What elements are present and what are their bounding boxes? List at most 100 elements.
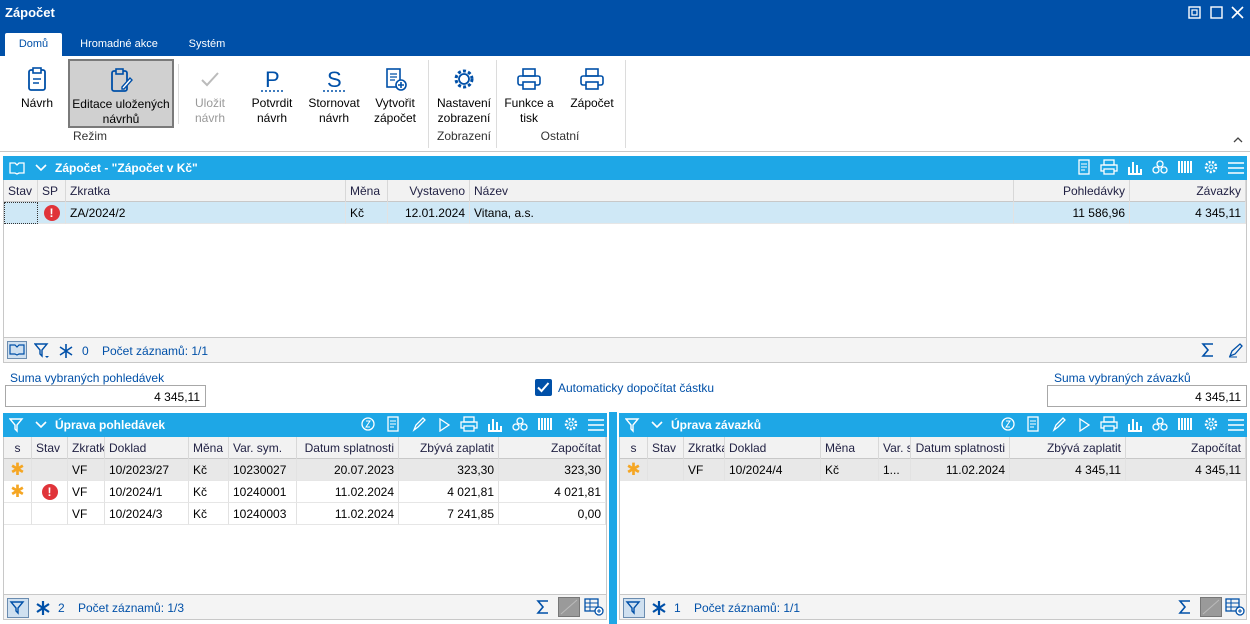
col-mena[interactable]: Měna (189, 437, 229, 459)
close-icon[interactable] (1231, 6, 1244, 19)
stornovat-button[interactable]: S Stornovat návrh (304, 60, 364, 128)
col-s[interactable]: s (4, 437, 32, 459)
col-pohledavky[interactable]: Pohledávky (1014, 180, 1130, 202)
sum-icon[interactable] (1178, 599, 1192, 615)
col-datum[interactable]: Datum splatnosti (297, 437, 399, 459)
chart-icon[interactable] (1124, 416, 1146, 434)
sum-icon[interactable] (536, 599, 550, 615)
menu-icon[interactable] (585, 418, 607, 436)
col-zapocitat[interactable]: Započítat (1126, 437, 1246, 459)
col-zkratka[interactable]: Zkratka (66, 180, 346, 202)
table-row[interactable]: ✱ ! VF 10/2024/1 Kč 10240001 11.02.2024 … (4, 481, 606, 503)
filter-icon[interactable] (9, 417, 25, 435)
chevron-down-icon[interactable] (35, 164, 47, 172)
col-s[interactable]: s (620, 437, 648, 459)
play-icon[interactable] (433, 417, 455, 436)
col-stav[interactable]: Stav (32, 437, 68, 459)
asterisk-icon[interactable] (35, 600, 51, 616)
table-row[interactable]: ✱ VF 10/2023/27 Kč 10230027 20.07.2023 3… (4, 459, 606, 481)
tab-domu[interactable]: Domů (5, 33, 62, 56)
tab-hromadne-akce[interactable]: Hromadné akce (70, 33, 168, 56)
col-stav[interactable]: Stav (4, 180, 38, 202)
chart-icon[interactable] (484, 416, 506, 434)
ulozit-button[interactable]: Uložit návrh (186, 60, 234, 128)
potvrdit-button[interactable]: P Potvrdit návrh (244, 60, 300, 128)
col-doklad[interactable]: Doklad (105, 437, 189, 459)
col-sp[interactable]: SP (38, 180, 66, 202)
play-icon[interactable] (1073, 417, 1095, 436)
filter-icon[interactable] (7, 598, 29, 618)
disabled-edit-icon[interactable] (1200, 597, 1222, 617)
restore-icon[interactable] (1188, 6, 1201, 19)
col-mena[interactable]: Měna (346, 180, 388, 202)
sum-icon[interactable] (1201, 342, 1215, 358)
col-zavazky[interactable]: Závazky (1130, 180, 1246, 202)
col-zkratka[interactable]: Zkratka (68, 437, 105, 459)
filter-icon[interactable] (625, 417, 641, 435)
suma-zavazku-field[interactable]: 4 345,11 (1047, 385, 1247, 407)
vytvorit-zapocet-button[interactable]: Vytvořit zápočet (369, 60, 421, 128)
panel-splitter[interactable] (609, 412, 617, 624)
filter-icon[interactable] (34, 342, 50, 360)
cubes-icon[interactable] (1149, 416, 1171, 434)
columns-icon[interactable] (1174, 416, 1196, 434)
pencil-icon[interactable] (408, 416, 430, 434)
pencil-icon[interactable] (1048, 416, 1070, 434)
book-icon[interactable] (9, 161, 25, 175)
snowflake-icon[interactable] (58, 343, 74, 359)
printer-icon[interactable] (1098, 416, 1120, 434)
editace-button[interactable]: Editace uložených návrhů (68, 59, 174, 128)
zapocet-button[interactable]: Zápočet (564, 60, 620, 128)
document-icon[interactable] (1022, 416, 1044, 434)
pencil-icon[interactable] (1228, 342, 1244, 358)
col-doklad[interactable]: Doklad (725, 437, 821, 459)
gear-icon[interactable] (1200, 416, 1222, 434)
col-vystaveno[interactable]: Vystaveno (388, 180, 470, 202)
table-row[interactable]: ! ZA/2024/2 Kč 12.01.2024 Vitana, a.s. 1… (4, 202, 1246, 224)
col-zapocitat[interactable]: Započítat (499, 437, 606, 459)
maximize-icon[interactable] (1210, 6, 1223, 19)
document-icon[interactable] (1073, 159, 1095, 177)
col-varsym[interactable]: Var. sym. (879, 437, 911, 459)
navrh-button[interactable]: Návrh (12, 60, 62, 128)
auto-checkbox-label[interactable]: Automaticky dopočítat částku (558, 381, 714, 395)
col-mena[interactable]: Měna (821, 437, 879, 459)
col-datum[interactable]: Datum splatnosti (911, 437, 1010, 459)
chevron-down-icon[interactable] (35, 421, 47, 429)
chevron-down-icon[interactable] (651, 421, 663, 429)
disabled-edit-icon[interactable] (558, 597, 580, 617)
asterisk-icon[interactable] (651, 600, 667, 616)
tab-system[interactable]: Systém (176, 33, 238, 56)
table-add-icon[interactable] (1225, 598, 1245, 616)
menu-icon[interactable] (1225, 418, 1247, 436)
col-stav[interactable]: Stav (648, 437, 684, 459)
collapse-ribbon-icon[interactable] (1233, 136, 1243, 144)
col-varsym[interactable]: Var. sym. (229, 437, 297, 459)
columns-icon[interactable] (534, 416, 556, 434)
table-row[interactable]: VF 10/2024/3 Kč 10240003 11.02.2024 7 24… (4, 503, 606, 525)
document-icon[interactable] (382, 416, 404, 434)
cubes-icon[interactable] (1149, 159, 1171, 177)
refresh-icon[interactable] (997, 416, 1019, 434)
columns-icon[interactable] (1174, 159, 1196, 177)
col-nazev[interactable]: Název (470, 180, 1014, 202)
funkce-tisk-button[interactable]: Funkce a tisk (502, 60, 556, 128)
col-zbyva[interactable]: Zbývá zaplatit (399, 437, 499, 459)
gear-icon[interactable] (1200, 159, 1222, 177)
menu-icon[interactable] (1225, 161, 1247, 179)
filter-icon[interactable] (623, 598, 645, 618)
printer-icon[interactable] (1098, 159, 1120, 177)
gear-icon[interactable] (560, 416, 582, 434)
auto-checkbox[interactable] (535, 379, 552, 396)
refresh-icon[interactable] (357, 416, 379, 434)
table-row[interactable]: ✱ VF 10/2024/4 Kč 1... 11.02.2024 4 345,… (620, 459, 1246, 481)
cubes-icon[interactable] (509, 416, 531, 434)
table-add-icon[interactable] (584, 598, 604, 616)
suma-pohledavek-field[interactable]: 4 345,11 (5, 385, 206, 407)
nastaveni-zobrazeni-button[interactable]: Nastavení zobrazení (434, 60, 494, 128)
chart-icon[interactable] (1124, 159, 1146, 177)
col-zkratka[interactable]: Zkratka (684, 437, 725, 459)
printer-icon[interactable] (458, 416, 480, 434)
book-icon[interactable] (7, 341, 27, 359)
col-zbyva[interactable]: Zbývá zaplatit (1010, 437, 1126, 459)
